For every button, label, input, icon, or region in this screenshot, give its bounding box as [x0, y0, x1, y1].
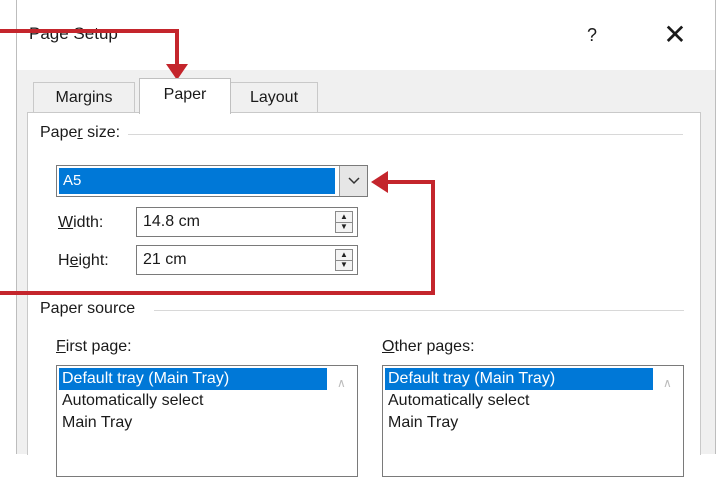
dialog-title: Page Setup — [29, 24, 118, 43]
callout-line — [0, 291, 434, 295]
width-spinner[interactable]: 14.8 cm ▲ ▼ — [136, 207, 358, 237]
other-pages-label: Other pages: — [382, 338, 475, 355]
chevron-up-icon[interactable]: ∧ — [337, 376, 346, 390]
paper-source-label: Paper source — [40, 300, 142, 318]
tab-paper[interactable]: Paper — [139, 78, 231, 114]
paper-size-label: Paper size: — [40, 124, 127, 142]
callout-line — [175, 29, 179, 69]
callout-line — [431, 180, 435, 295]
list-item[interactable]: Main Tray — [59, 412, 327, 434]
height-label: Height: — [58, 252, 109, 269]
height-value[interactable]: 21 cm — [143, 246, 187, 274]
arrow-left-icon — [371, 171, 388, 193]
first-page-listbox[interactable]: Default tray (Main Tray) Automatically s… — [56, 365, 358, 477]
paper-size-divider — [128, 134, 683, 135]
close-button[interactable]: ✕ — [657, 18, 693, 54]
width-label: Width: — [58, 214, 104, 231]
help-button[interactable]: ? — [577, 20, 607, 50]
list-item[interactable]: Main Tray — [385, 412, 653, 434]
width-value[interactable]: 14.8 cm — [143, 208, 200, 236]
callout-line — [0, 29, 178, 33]
spin-down-icon[interactable]: ▼ — [336, 260, 352, 270]
height-spinner[interactable]: 21 cm ▲ ▼ — [136, 245, 358, 275]
other-pages-listbox[interactable]: Default tray (Main Tray) Automatically s… — [382, 365, 684, 477]
spin-down-icon[interactable]: ▼ — [336, 222, 352, 232]
list-scrollbar[interactable]: ∧ — [657, 366, 683, 476]
tab-layout[interactable]: Layout — [230, 82, 318, 113]
dialog-body: Margins Paper Layout Paper size: A5 Widt… — [17, 70, 715, 477]
page-setup-dialog: Page Setup ? ✕ Margins Paper Layout Pape… — [16, 0, 716, 477]
chevron-up-icon[interactable]: ∧ — [663, 376, 672, 390]
list-item[interactable]: Automatically select — [59, 390, 327, 412]
callout-line — [386, 180, 435, 184]
list-item[interactable]: Automatically select — [385, 390, 653, 412]
chevron-down-icon[interactable] — [339, 166, 367, 196]
paper-size-dropdown[interactable]: A5 — [56, 165, 368, 197]
list-scrollbar[interactable]: ∧ — [331, 366, 357, 476]
list-item[interactable]: Default tray (Main Tray) — [59, 368, 327, 390]
list-item[interactable]: Default tray (Main Tray) — [385, 368, 653, 390]
paper-tab-panel: Paper size: A5 Width: 14.8 cm ▲ ▼ Height… — [27, 112, 701, 477]
title-bar: Page Setup ? ✕ — [17, 0, 715, 70]
height-spin-buttons[interactable]: ▲ ▼ — [335, 249, 353, 271]
paper-source-divider — [154, 310, 684, 311]
tab-margins[interactable]: Margins — [33, 82, 135, 113]
paper-size-selected: A5 — [59, 168, 335, 194]
width-spin-buttons[interactable]: ▲ ▼ — [335, 211, 353, 233]
first-page-label: First page: — [56, 338, 132, 355]
